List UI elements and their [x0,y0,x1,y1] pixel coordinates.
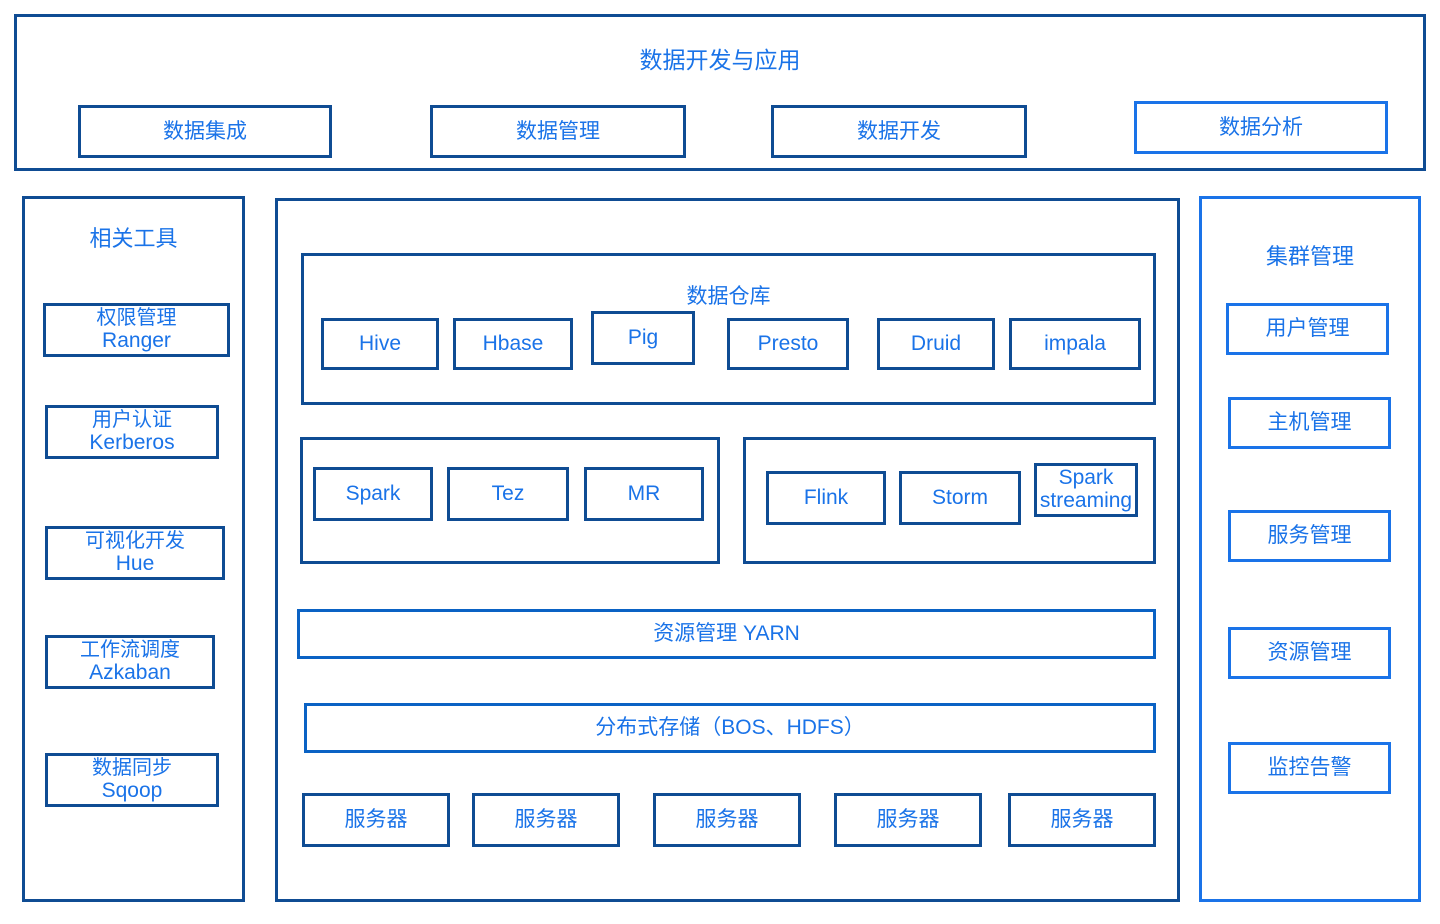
tool-item-sqoop[interactable]: 数据同步 Sqoop [45,753,219,807]
tool-item-kerberos[interactable]: 用户认证 Kerberos [45,405,219,459]
resource-management-yarn-bar[interactable]: 资源管理 YARN [297,609,1156,659]
engine-item-storm[interactable]: Storm [899,471,1021,525]
server-label: 服务器 [1050,808,1114,832]
tool-item-line1: 数据同步 [92,757,172,780]
tool-item-line1: 可视化开发 [85,530,185,553]
tool-item-line1: 权限管理 [96,307,177,330]
warehouse-item-label: Druid [910,332,962,356]
warehouse-item-druid[interactable]: Druid [877,318,995,370]
engine-item-line2: streaming [1039,489,1133,512]
warehouse-item-label: Hive [358,332,401,356]
platform-stack-container: 数据仓库 Hive Hbase Pig Presto Druid impala … [275,198,1180,902]
cluster-item-service-management[interactable]: 服务管理 [1228,510,1391,562]
engine-item-label: Storm [931,486,988,510]
data-warehouse-section: 数据仓库 Hive Hbase Pig Presto Druid impala [301,253,1156,405]
cluster-item-label: 主机管理 [1267,411,1352,435]
section-title-data-development: 数据开发与应用 [639,47,801,73]
tool-item-azkaban[interactable]: 工作流调度 Azkaban [45,635,215,689]
tool-item-line2: Kerberos [89,431,175,455]
engine-item-line1: Spark [1058,466,1114,490]
cluster-item-label: 监控告警 [1267,756,1352,780]
tool-item-line1: 用户认证 [92,409,172,432]
engine-item-flink[interactable]: Flink [766,471,886,525]
server-label: 服务器 [344,808,408,832]
sidebar-title-related-tools: 相关工具 [89,226,178,251]
warehouse-item-presto[interactable]: Presto [727,318,849,370]
top-item-data-integration[interactable]: 数据集成 [78,105,332,158]
distributed-storage-label: 分布式存储（BOS、HDFS） [595,716,865,740]
stream-compute-group: Flink Storm Spark streaming [743,437,1156,564]
engine-item-mr[interactable]: MR [584,467,704,521]
cluster-item-user-management[interactable]: 用户管理 [1226,303,1389,355]
top-item-data-management[interactable]: 数据管理 [430,105,686,158]
server-node-5[interactable]: 服务器 [1008,793,1156,847]
top-item-data-development[interactable]: 数据开发 [771,105,1027,158]
engine-item-label: MR [627,482,661,506]
engine-item-label: Spark [345,482,401,506]
warehouse-item-label: Pig [627,326,659,350]
section-title-data-warehouse: 数据仓库 [686,285,771,308]
engine-item-label: Tez [491,482,525,506]
server-node-3[interactable]: 服务器 [653,793,801,847]
top-item-label: 数据开发 [857,119,941,143]
cluster-item-label: 用户管理 [1265,317,1350,341]
top-item-data-analysis[interactable]: 数据分析 [1134,101,1388,154]
cluster-item-host-management[interactable]: 主机管理 [1228,397,1391,449]
engine-item-label: Flink [803,486,849,510]
tool-item-line1: 工作流调度 [80,639,180,662]
warehouse-item-label: Hbase [482,332,544,356]
top-item-label: 数据管理 [516,119,600,143]
server-label: 服务器 [695,808,759,832]
cluster-item-label: 服务管理 [1267,524,1352,548]
cluster-management-sidebar: 集群管理 用户管理 主机管理 服务管理 资源管理 监控告警 [1199,196,1421,902]
tool-item-line2: Azkaban [89,661,171,685]
tool-item-ranger[interactable]: 权限管理 Ranger [43,303,230,357]
tool-item-line2: Sqoop [101,779,163,803]
top-item-label: 数据分析 [1219,115,1303,139]
warehouse-item-hive[interactable]: Hive [321,318,439,370]
resource-management-label: 资源管理 YARN [653,622,800,646]
engine-item-spark-streaming[interactable]: Spark streaming [1034,463,1138,517]
warehouse-item-label: Presto [757,332,819,356]
server-node-4[interactable]: 服务器 [834,793,982,847]
cluster-item-resource-management[interactable]: 资源管理 [1228,627,1391,679]
tool-item-line2: Ranger [102,329,171,353]
warehouse-item-label: impala [1044,332,1106,356]
cluster-item-monitoring-alert[interactable]: 监控告警 [1228,742,1391,794]
data-development-section: 数据开发与应用 数据集成 数据管理 数据开发 数据分析 [14,14,1426,171]
engine-item-tez[interactable]: Tez [447,467,569,521]
warehouse-item-pig[interactable]: Pig [591,311,695,365]
tool-item-hue[interactable]: 可视化开发 Hue [45,526,225,580]
tool-item-line2: Hue [115,552,155,576]
engine-item-spark[interactable]: Spark [313,467,433,521]
warehouse-item-hbase[interactable]: Hbase [453,318,573,370]
top-item-label: 数据集成 [163,119,247,143]
warehouse-item-impala[interactable]: impala [1009,318,1141,370]
server-label: 服务器 [514,808,578,832]
batch-compute-group: Spark Tez MR [300,437,720,564]
cluster-item-label: 资源管理 [1267,641,1352,665]
server-node-1[interactable]: 服务器 [302,793,450,847]
distributed-storage-bar[interactable]: 分布式存储（BOS、HDFS） [304,703,1156,753]
related-tools-sidebar: 相关工具 权限管理 Ranger 用户认证 Kerberos 可视化开发 Hue… [22,196,245,902]
server-label: 服务器 [876,808,940,832]
server-node-2[interactable]: 服务器 [472,793,620,847]
sidebar-title-cluster-management: 集群管理 [1265,244,1354,269]
